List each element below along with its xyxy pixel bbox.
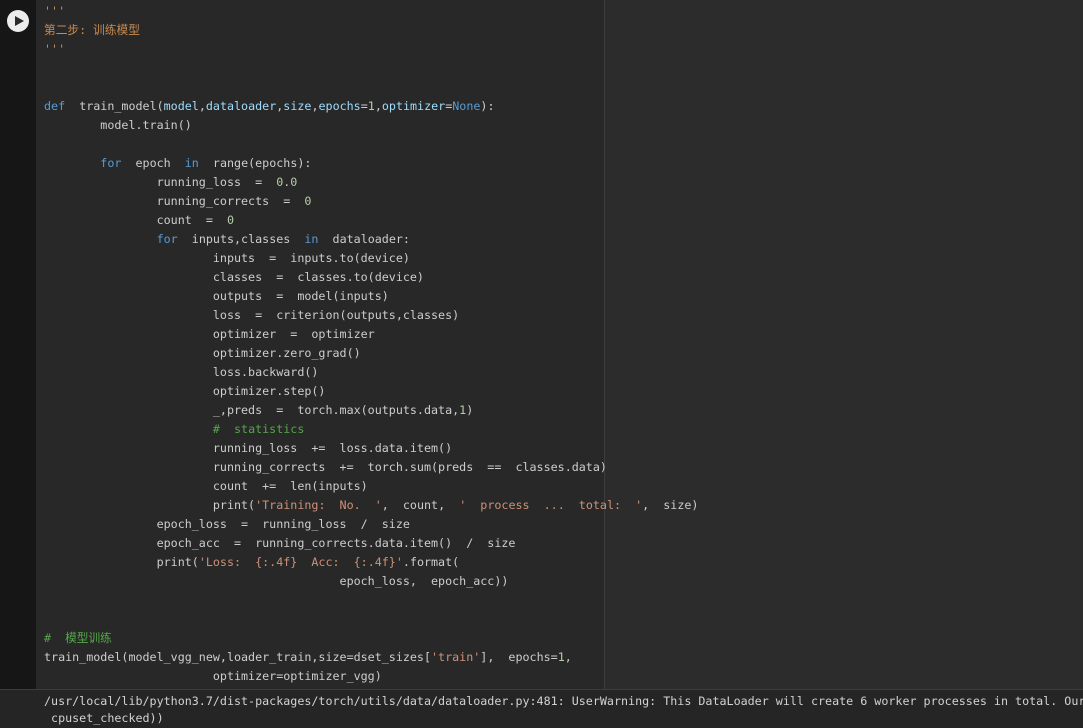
code-editor[interactable]: ''' 第二步: 训练模型 ''' def train_model(model,… <box>36 0 1083 689</box>
notebook-cell: ''' 第二步: 训练模型 ''' def train_model(model,… <box>0 0 1083 689</box>
play-icon <box>15 16 24 26</box>
output-text: /usr/local/lib/python3.7/dist-packages/t… <box>44 694 1083 725</box>
run-cell-button[interactable] <box>7 10 29 32</box>
output-area: /usr/local/lib/python3.7/dist-packages/t… <box>0 690 1083 728</box>
cell-gutter <box>0 0 36 689</box>
code-content: ''' 第二步: 训练模型 ''' def train_model(model,… <box>44 4 699 683</box>
